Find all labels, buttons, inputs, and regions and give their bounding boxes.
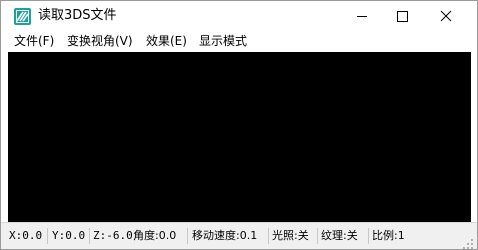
close-icon	[440, 10, 452, 22]
menu-display-mode[interactable]: 显示模式	[199, 33, 247, 49]
status-scale: 比例:1	[372, 229, 405, 242]
status-separator	[187, 228, 188, 244]
app-window: 读取3DS文件 文件(F) 变换视角(V) 效果(E) 显示模式 X:0.0 Y…	[0, 0, 478, 250]
resize-grip-icon[interactable]	[462, 235, 474, 249]
menu-effect[interactable]: 效果(E)	[146, 33, 187, 49]
status-z: Z:-6.0	[93, 229, 133, 242]
status-separator	[317, 228, 318, 244]
render-viewport[interactable]	[8, 52, 471, 222]
status-light: 光照:关	[272, 229, 309, 242]
status-separator	[47, 228, 48, 244]
status-x: X:0.0	[9, 229, 43, 242]
status-angle: 角度:0.0	[133, 229, 177, 242]
status-separator	[89, 228, 90, 244]
title-bar[interactable]: 读取3DS文件	[1, 1, 477, 31]
status-bar: X:0.0 Y:0.0 Z:-6.0 角度:0.0 移动速度:0.1 光照:关 …	[1, 222, 477, 249]
maximize-button[interactable]	[379, 1, 425, 31]
app-logo-icon	[14, 8, 31, 25]
menu-bar: 文件(F) 变换视角(V) 效果(E) 显示模式	[1, 31, 477, 51]
status-separator	[368, 228, 369, 244]
menu-view[interactable]: 变换视角(V)	[67, 33, 133, 49]
close-button[interactable]	[423, 1, 469, 31]
status-y: Y:0.0	[52, 229, 86, 242]
window-title: 读取3DS文件	[38, 8, 117, 23]
maximize-icon	[397, 11, 408, 22]
menu-file[interactable]: 文件(F)	[14, 33, 54, 49]
status-texture: 纹理:关	[321, 229, 358, 242]
status-speed: 移动速度:0.1	[192, 229, 258, 242]
status-separator	[268, 228, 269, 244]
